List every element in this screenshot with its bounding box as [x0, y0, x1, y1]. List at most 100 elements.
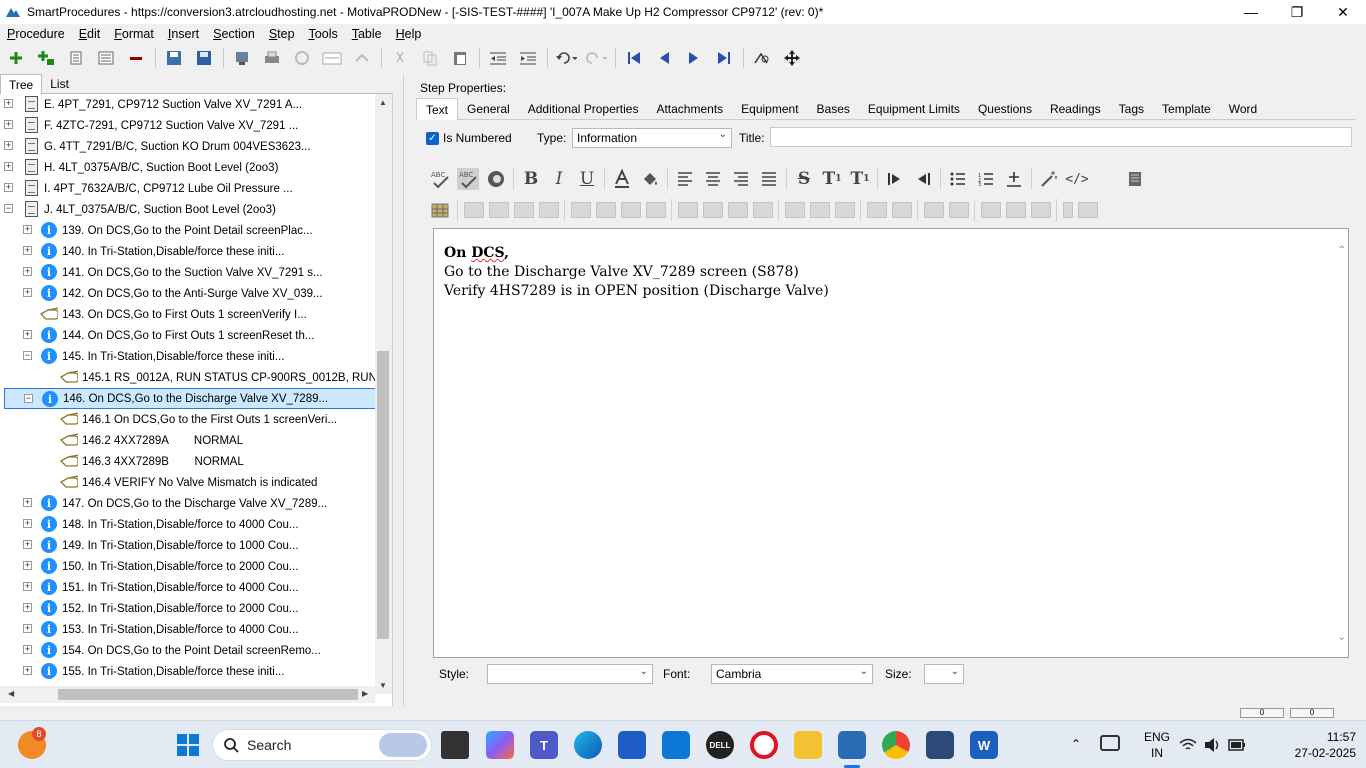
insert-line-icon[interactable] — [1003, 168, 1025, 190]
find-icon[interactable] — [751, 47, 773, 69]
expand-icon[interactable]: + — [23, 666, 32, 675]
power-automate-icon[interactable] — [662, 731, 690, 759]
indent-icon[interactable] — [517, 47, 539, 69]
scroll-up-icon[interactable]: ▲ — [379, 98, 387, 107]
close-icon[interactable]: ✕ — [1320, 0, 1366, 24]
tree-row[interactable]: + i 140. In Tri-Station,Disable/force thes… — [0, 241, 375, 262]
tree-vertical-scrollbar[interactable]: ▲ ▼ — [375, 94, 392, 694]
tree-row[interactable]: − i 146. On DCS,Go to the Discharge Valve … — [4, 388, 375, 409]
bold-icon[interactable]: B — [520, 168, 542, 190]
spellcheck-as-you-type-icon[interactable]: ABC — [457, 168, 479, 190]
font-select[interactable]: Cambria ⌄ — [711, 664, 873, 684]
collapse-icon[interactable]: − — [23, 351, 32, 360]
table-tool-icon[interactable] — [621, 202, 641, 218]
taskbar-clock[interactable]: 11:57 27-02-2025 — [1295, 729, 1356, 761]
minimize-icon[interactable]: — — [1228, 0, 1274, 24]
word-icon[interactable]: W — [970, 731, 998, 759]
remote-desktop-icon[interactable] — [926, 731, 954, 759]
teams-icon[interactable]: T — [530, 731, 558, 759]
tree-row[interactable]: + I. 4PT_7632A/B/C, CP9712 Lube Oil Press… — [0, 178, 375, 199]
table-tool-icon[interactable] — [464, 202, 484, 218]
tree-row[interactable]: + i 141. On DCS,Go to the Suction Valve XV… — [0, 262, 375, 283]
tree-row[interactable]: − i 145. In Tri-Station,Disable/force thes… — [0, 346, 375, 367]
last-icon[interactable] — [713, 47, 735, 69]
tab-word[interactable]: Word — [1220, 98, 1266, 120]
scroll-left-icon[interactable]: ◀ — [8, 689, 14, 698]
table-tool-icon[interactable] — [728, 202, 748, 218]
tab-template[interactable]: Template — [1153, 98, 1220, 120]
tree-row[interactable]: + i 142. On DCS,Go to the Anti-Surge Valve… — [0, 283, 375, 304]
table-tool-icon[interactable] — [539, 202, 559, 218]
paste-icon[interactable] — [449, 47, 471, 69]
expand-icon[interactable]: + — [23, 267, 32, 276]
save-icon[interactable] — [163, 47, 185, 69]
underline-icon[interactable]: U — [576, 168, 598, 190]
table-tool-icon[interactable] — [892, 202, 912, 218]
expand-icon[interactable]: + — [23, 330, 32, 339]
table-tool-icon[interactable] — [514, 202, 534, 218]
tab-additional-properties[interactable]: Additional Properties — [519, 98, 648, 120]
tree-row[interactable]: 146.1 On DCS,Go to the First Outs 1 scre… — [0, 409, 375, 430]
print-icon[interactable] — [1124, 168, 1146, 190]
copy-icon[interactable] — [419, 47, 441, 69]
outdent-icon[interactable] — [487, 47, 509, 69]
tree-row[interactable]: 146.3 4XX7289B NORMAL — [0, 451, 375, 472]
subscript-icon[interactable]: T1 — [849, 168, 871, 190]
chrome-icon[interactable] — [882, 731, 910, 759]
restore-icon[interactable]: ❐ — [1274, 0, 1320, 24]
expand-icon[interactable]: + — [23, 540, 32, 549]
justify-icon[interactable] — [758, 168, 780, 190]
undo-icon[interactable] — [555, 47, 577, 69]
chevron-up-icon[interactable]: ⌃ — [1338, 241, 1346, 260]
tree-row[interactable]: + F. 4ZTC-7291, CP9712 Suction Valve XV_7… — [0, 115, 375, 136]
table-tool-icon[interactable] — [703, 202, 723, 218]
expand-icon[interactable]: + — [23, 561, 32, 570]
table-tool-icon[interactable] — [981, 202, 1001, 218]
italic-icon[interactable]: I — [548, 168, 570, 190]
table-tool-icon[interactable] — [596, 202, 616, 218]
redo-link-icon[interactable] — [351, 47, 373, 69]
tree-row[interactable]: 146.4 VERIFY No Valve Mismatch is indica… — [0, 472, 375, 493]
move-icon[interactable] — [781, 47, 803, 69]
style-select[interactable]: ⌄ — [487, 664, 653, 684]
list-icon[interactable] — [65, 47, 87, 69]
tree-row[interactable]: + i 147. On DCS,Go to the Discharge Valve … — [0, 493, 375, 514]
table-tool-icon[interactable] — [949, 202, 969, 218]
first-icon[interactable] — [623, 47, 645, 69]
table-tool-icon[interactable] — [1031, 202, 1051, 218]
table-tool-icon[interactable] — [1006, 202, 1026, 218]
tree-row[interactable]: + i 153. In Tri-Station,Disable/force to 4… — [0, 619, 375, 640]
file-explorer-icon[interactable] — [794, 731, 822, 759]
chevron-up-icon[interactable]: ⌃ — [1071, 737, 1081, 751]
tree-row[interactable]: − J. 4LT_0375A/B/C, Suction Boot Level (2… — [0, 199, 375, 220]
tree-row[interactable]: + i 148. In Tri-Station,Disable/force to 4… — [0, 514, 375, 535]
bullet-list-icon[interactable] — [947, 168, 969, 190]
menu-format[interactable]: Format — [114, 27, 154, 41]
table-tool-icon[interactable] — [867, 202, 887, 218]
tab-equipment[interactable]: Equipment — [732, 98, 807, 120]
tab-general[interactable]: General — [458, 98, 519, 120]
expand-icon[interactable]: + — [4, 99, 13, 108]
table-tool-icon[interactable] — [571, 202, 591, 218]
align-right-icon[interactable] — [730, 168, 752, 190]
tree-row[interactable]: + i 151. In Tri-Station,Disable/force to 4… — [0, 577, 375, 598]
menu-table[interactable]: Table — [352, 27, 382, 41]
tree-row[interactable]: + H. 4LT_0375A/B/C, Suction Boot Level (2… — [0, 157, 375, 178]
superscript-icon[interactable]: T1 — [821, 168, 843, 190]
highlight-color-icon[interactable] — [639, 168, 661, 190]
scroll-thumb[interactable] — [58, 689, 358, 700]
tab-readings[interactable]: Readings — [1041, 98, 1110, 120]
expand-icon[interactable]: + — [4, 162, 13, 171]
expand-icon[interactable]: + — [23, 582, 32, 591]
windows-start-icon[interactable] — [174, 731, 202, 759]
expand-icon[interactable]: + — [4, 141, 13, 150]
align-left-icon[interactable] — [674, 168, 696, 190]
expand-icon[interactable]: + — [23, 225, 32, 234]
table-tool-icon[interactable] — [1078, 202, 1098, 218]
menu-step[interactable]: Step — [269, 27, 295, 41]
title-input[interactable] — [770, 127, 1352, 147]
expand-icon[interactable]: + — [23, 645, 32, 654]
step-text-editor[interactable]: On DCS, Go to the Discharge Valve XV_728… — [433, 228, 1349, 658]
tree-row[interactable]: + i 152. In Tri-Station,Disable/force to 2… — [0, 598, 375, 619]
redo-icon[interactable] — [585, 47, 607, 69]
